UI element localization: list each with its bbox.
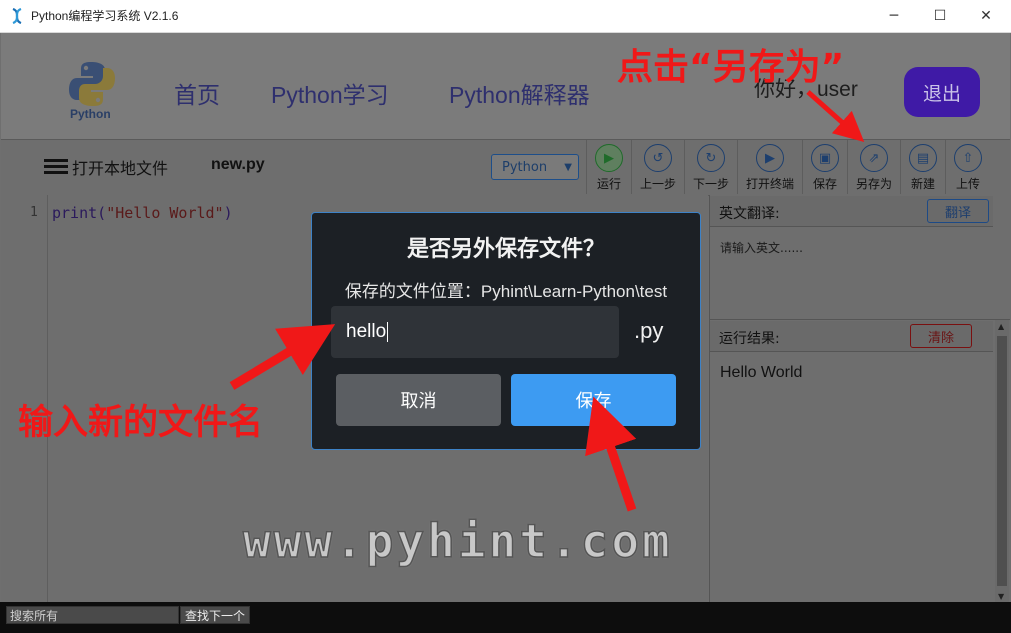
translate-button[interactable]: 翻译 [927, 199, 989, 223]
language-select[interactable]: Python ▼ [491, 154, 579, 180]
filename-input[interactable]: hello [331, 306, 619, 358]
run-icon: ▶ [595, 144, 623, 172]
window-title: Python编程学习系统 V2.1.6 [31, 9, 179, 23]
minimize-button[interactable]: ─ [871, 0, 917, 32]
text-caret [387, 321, 389, 342]
translate-panel-title: 英文翻译: [719, 206, 780, 222]
language-select-value: Python [502, 159, 548, 175]
save-as-button[interactable]: ⇗ 另存为 [847, 140, 900, 194]
save-label: 保存 [812, 177, 837, 191]
redo-label: 下一步 [692, 177, 729, 191]
save-button[interactable]: 保存 [511, 374, 676, 426]
menu-icon [44, 159, 68, 175]
save-as-icon: ⇗ [860, 144, 888, 172]
redo-icon: ↻ [697, 144, 725, 172]
save-toolbar-button[interactable]: ▣ 保存 [802, 140, 847, 194]
code-line[interactable]: print("Hello World") [52, 204, 233, 222]
new-file-button[interactable]: ▤ 新建 [900, 140, 945, 194]
code-function: print( [52, 204, 107, 222]
current-filename: new.py [211, 156, 265, 173]
translate-input[interactable]: 请输入英文...... [720, 239, 803, 256]
terminal-icon: ▶ [756, 144, 784, 172]
redo-button[interactable]: ↻ 下一步 [684, 140, 737, 194]
save-as-label: 另存为 [855, 177, 892, 191]
open-terminal-button[interactable]: ▶ 打开终端 [737, 140, 802, 194]
nav-home[interactable]: 首页 [174, 76, 220, 110]
undo-icon: ↺ [644, 144, 672, 172]
close-window-button[interactable]: ✕ [963, 0, 1009, 32]
code-string: "Hello World" [106, 204, 224, 222]
nav-python-learning[interactable]: Python学习 [271, 76, 389, 110]
new-file-icon: ▤ [909, 144, 937, 172]
maximize-button[interactable]: ☐ [917, 0, 963, 32]
scroll-up-icon[interactable]: ▲ [998, 322, 1004, 331]
search-input[interactable]: 搜索所有 [6, 606, 179, 624]
side-panels [709, 195, 1011, 602]
dropdown-arrow-icon: ▼ [564, 161, 572, 173]
result-panel-title: 运行结果: [719, 331, 780, 347]
scroll-down-icon[interactable]: ▼ [998, 592, 1004, 601]
upload-button[interactable]: ⇧ 上传 [945, 140, 990, 194]
open-local-file-button[interactable]: 打开本地文件 [44, 155, 168, 179]
clear-button[interactable]: 清除 [910, 324, 972, 348]
new-file-label: 新建 [910, 177, 935, 191]
open-local-file-label: 打开本地文件 [72, 161, 169, 178]
file-extension-label: .py [634, 318, 664, 343]
app-icon [12, 8, 22, 24]
undo-label: 上一步 [639, 177, 676, 191]
code-paren: ) [223, 204, 233, 222]
scrollbar-thumb[interactable] [997, 336, 1007, 586]
save-location-label: 保存的文件位置：Pyhint\Learn-Python\test [344, 282, 668, 301]
run-label: 运行 [596, 177, 621, 191]
save-icon: ▣ [811, 144, 839, 172]
panel-divider [710, 319, 1010, 320]
cancel-button[interactable]: 取消 [336, 374, 501, 426]
nav-python-interpreter[interactable]: Python解释器 [449, 76, 590, 110]
logout-button[interactable]: 退出 [904, 67, 980, 117]
save-as-annotation: 点击“另存为” [617, 47, 845, 88]
watermark-text: www.pyhint.com [242, 513, 673, 569]
python-logo-icon [69, 62, 115, 106]
filename-input-value: hello [346, 321, 387, 342]
upload-label: 上传 [955, 177, 980, 191]
upload-icon: ⇧ [954, 144, 982, 172]
result-output: Hello World [720, 364, 803, 381]
dialog-title: 是否另外保存文件？ [406, 236, 605, 262]
undo-button[interactable]: ↺ 上一步 [631, 140, 684, 194]
line-number: 1 [30, 205, 38, 220]
find-next-button[interactable]: 查找下一个 [180, 606, 250, 624]
open-terminal-label: 打开终端 [745, 177, 794, 191]
new-filename-annotation: 输入新的文件名 [18, 403, 264, 443]
run-button[interactable]: ▶ 运行 [586, 140, 631, 194]
logo-text: Python [70, 107, 111, 121]
